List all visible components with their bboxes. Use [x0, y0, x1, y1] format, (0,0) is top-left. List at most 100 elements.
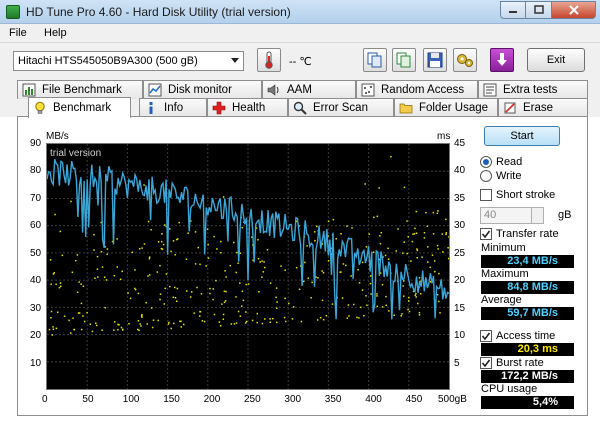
access-time-point — [151, 326, 154, 329]
access-time-point — [82, 285, 85, 288]
access-time-point — [429, 266, 431, 269]
access-time-point — [235, 322, 238, 324]
access-time-point — [436, 212, 439, 215]
save-button[interactable] — [423, 48, 447, 72]
x-tick-label: 50 — [82, 394, 94, 405]
tab-extra-tests[interactable]: Extra tests — [478, 80, 588, 99]
access-time-point — [213, 235, 215, 238]
access-time-point — [201, 320, 204, 322]
menu-file[interactable]: File — [9, 27, 27, 39]
access-time-point — [222, 313, 225, 316]
access-time-point — [425, 211, 427, 214]
access-time-point — [53, 272, 55, 274]
access-time-point — [95, 322, 97, 324]
read-label: Read — [496, 156, 523, 168]
short-stroke-option[interactable]: Short stroke — [480, 189, 555, 201]
left-tick-label: 70 — [30, 192, 42, 204]
access-time-point — [224, 270, 226, 272]
access-time-point — [170, 327, 173, 330]
maximum-value: 84,8 MB/s — [481, 281, 574, 294]
access-time-point — [427, 246, 429, 248]
short-stroke-label: Short stroke — [496, 189, 556, 201]
access-time-point — [51, 334, 54, 336]
tab-disk-monitor[interactable]: Disk monitor — [143, 80, 262, 99]
access-time-point — [235, 296, 237, 298]
access-time-point — [147, 220, 150, 223]
access-time-point — [156, 271, 159, 273]
copy-info-button[interactable] — [363, 48, 387, 72]
checkmark-icon — [481, 332, 491, 341]
tab-health[interactable]: Health — [207, 98, 288, 117]
tab-label: Benchmark — [53, 102, 112, 114]
access-time-point — [209, 287, 211, 290]
access-time-point — [244, 322, 247, 324]
exit-button[interactable]: Exit — [527, 48, 585, 72]
short-stroke-spinner[interactable]: 40 — [480, 207, 544, 224]
read-radio[interactable] — [480, 156, 492, 168]
short-stroke-checkbox[interactable] — [480, 189, 492, 201]
access-time-point — [280, 265, 282, 267]
access-time-point — [138, 248, 141, 250]
tab-aam[interactable]: AAM — [262, 80, 356, 99]
file-benchmark-icon — [22, 83, 36, 97]
copy-screenshot-button[interactable] — [392, 48, 416, 72]
tab-info[interactable]: Info — [139, 98, 207, 117]
transfer-rate-checkbox[interactable] — [480, 228, 492, 240]
tab-random-access[interactable]: Random Access — [356, 80, 478, 99]
close-button[interactable] — [552, 1, 596, 19]
temperature-button[interactable] — [257, 48, 281, 72]
burst-rate-option[interactable]: Burst rate — [480, 357, 544, 369]
options-button[interactable] — [453, 48, 477, 72]
write-option[interactable]: Write — [480, 170, 521, 182]
tab-error-scan[interactable]: Error Scan — [288, 98, 394, 117]
access-time-point — [381, 283, 384, 286]
write-radio[interactable] — [480, 170, 492, 182]
access-time-point — [291, 318, 294, 320]
access-time-point — [410, 260, 412, 262]
transfer-rate-option[interactable]: Transfer rate — [480, 228, 559, 240]
minimize-button[interactable] — [500, 1, 526, 19]
access-time-point — [276, 301, 278, 303]
burst-rate-checkbox[interactable] — [480, 357, 492, 369]
toolbar: Hitachi HTS545050B9A300 (500 gB) -- ℃ Ex… — [0, 43, 600, 77]
access-time-point — [73, 329, 76, 331]
burst-rate-label: Burst rate — [496, 357, 544, 369]
menu-help[interactable]: Help — [44, 27, 67, 39]
access-time-point — [402, 252, 404, 254]
access-time-point — [141, 316, 143, 318]
access-time-point — [407, 308, 409, 311]
download-button[interactable] — [490, 48, 514, 72]
access-time-point — [283, 316, 286, 319]
access-time-point — [403, 186, 406, 189]
access-time-point — [415, 210, 418, 213]
maximize-button[interactable] — [526, 1, 552, 19]
tab-folder-usage[interactable]: Folder Usage — [394, 98, 498, 117]
spinner-arrows-icon[interactable] — [531, 208, 543, 223]
read-option[interactable]: Read — [480, 156, 522, 168]
access-time-point — [207, 257, 210, 259]
access-time-point — [221, 303, 223, 305]
access-time-point — [332, 218, 335, 221]
access-time-point — [427, 261, 429, 263]
access-time-point — [106, 248, 109, 250]
tab-benchmark[interactable]: Benchmark — [28, 97, 131, 118]
tab-erase[interactable]: Erase — [498, 98, 588, 117]
access-time-point — [70, 200, 72, 203]
access-time-point — [185, 258, 188, 261]
access-time-point — [55, 327, 58, 330]
access-time-point — [213, 313, 216, 316]
access-time-point — [317, 277, 319, 279]
access-time-checkbox[interactable] — [480, 330, 492, 342]
drive-select[interactable]: Hitachi HTS545050B9A300 (500 gB) — [13, 51, 244, 71]
access-time-point — [207, 243, 209, 246]
access-time-point — [369, 275, 372, 277]
access-time-option[interactable]: Access time — [480, 330, 555, 342]
access-time-point — [140, 325, 142, 327]
access-time-point — [348, 315, 350, 317]
access-time-point — [199, 310, 201, 313]
access-time-point — [432, 211, 435, 214]
disk-monitor-icon — [148, 83, 162, 97]
left-tick-label: 20 — [30, 330, 42, 342]
access-time-point — [63, 315, 66, 317]
start-button[interactable]: Start — [484, 126, 560, 146]
